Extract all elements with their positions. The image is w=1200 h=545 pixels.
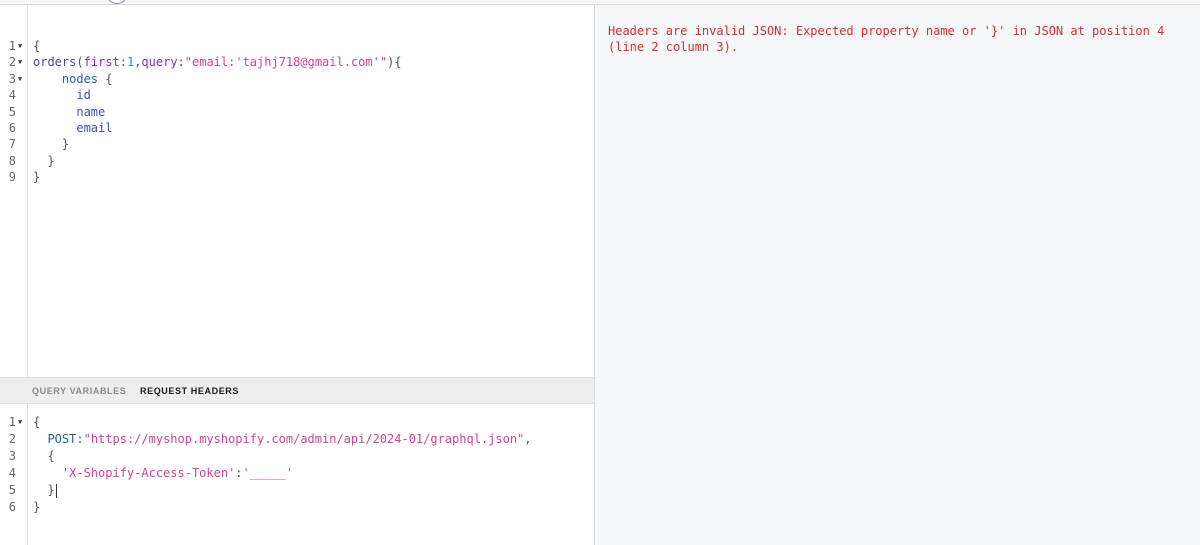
line-number: 5 — [0, 482, 28, 498]
fold-arrow-icon[interactable]: ▼ — [18, 414, 22, 430]
code-line: POST:"https://myshop.myshopify.com/admin… — [33, 431, 532, 447]
code-line: name — [33, 104, 105, 120]
line-number: 9 — [0, 169, 28, 185]
code-token: name — [76, 104, 106, 119]
line-number-text: 9 — [8, 170, 16, 185]
code-token: : — [119, 55, 127, 70]
line-number: 7 — [0, 136, 28, 152]
line-number: 5 — [0, 104, 28, 120]
line-number: 6 — [0, 499, 28, 515]
code-token: nodes — [61, 71, 99, 86]
bottom-panel-tabs: QUERY VARIABLES REQUEST HEADERS — [0, 377, 594, 404]
code-line: } — [33, 136, 69, 152]
code-token: POST — [47, 432, 77, 446]
code-token: 'X-Shopify-Access-Token' — [61, 466, 236, 480]
code-line: { — [33, 414, 40, 430]
line-number-gutter: 1 ▼ 2 3 4 5 6 — [0, 404, 28, 545]
line-number-text: 3 — [8, 71, 16, 86]
code-line: nodes { — [33, 71, 113, 87]
fold-arrow-icon[interactable]: ▼ — [18, 54, 22, 70]
line-number-text: 4 — [8, 88, 16, 103]
text-cursor — [55, 483, 57, 498]
play-button-edge[interactable] — [106, 0, 128, 4]
line-number: 4 — [0, 87, 28, 103]
code-token: : — [235, 466, 243, 480]
code-token: } — [33, 137, 70, 152]
code-token: ( — [76, 55, 84, 70]
code-token: email — [76, 121, 113, 135]
code-token: ){ — [387, 55, 402, 70]
line-number-text: 6 — [8, 121, 16, 135]
line-number-text: 7 — [8, 137, 16, 152]
line-number-text: 6 — [8, 500, 16, 514]
code-token: "https://myshop.myshopify.com/admin/api/… — [83, 432, 525, 446]
code-token: query — [141, 55, 178, 70]
line-number-text: 4 — [8, 466, 16, 480]
editor-pane: 1 ▼ 2 ▼ 3 ▼ 4 5 6 7 8 9 {orders(first:1,query:"emai… — [0, 5, 594, 545]
query-editor[interactable]: 1 ▼ 2 ▼ 3 ▼ 4 5 6 7 8 9 {orders(first:1,query:"emai… — [0, 5, 594, 377]
line-number: 3 ▼ — [0, 71, 28, 87]
code-token: } — [33, 153, 55, 168]
tab-request-headers[interactable]: REQUEST HEADERS — [140, 378, 239, 405]
line-number-text: 1 — [8, 415, 16, 429]
line-number-gutter: 1 ▼ 2 ▼ 3 ▼ 4 5 6 7 8 9 — [0, 5, 28, 377]
fold-arrow-icon[interactable]: ▼ — [18, 38, 22, 54]
line-number: 2 — [0, 431, 28, 447]
error-message: Headers are invalid JSON: Expected prope… — [608, 24, 1172, 54]
code-token: { — [33, 415, 41, 429]
code-token: orders — [33, 55, 77, 70]
line-number-text: 3 — [8, 449, 16, 463]
line-number: 1 ▼ — [0, 38, 28, 54]
line-number-text: 8 — [8, 153, 16, 168]
code-line: { — [33, 448, 55, 464]
code-line: { — [33, 38, 40, 54]
line-number: 6 — [0, 120, 28, 136]
tab-query-variables[interactable]: QUERY VARIABLES — [32, 378, 126, 405]
request-headers-editor[interactable]: 1 ▼ 2 3 4 5 6 { POST:"https://myshop.myshopify… — [0, 404, 594, 545]
line-number-text: 1 — [8, 39, 16, 53]
code-line: id — [33, 87, 91, 103]
code-token: } — [33, 170, 41, 185]
line-number: 8 — [0, 153, 28, 169]
line-number: 3 — [0, 448, 28, 464]
code-line: orders(first:1,query:"email:'tajhj718@gm… — [33, 54, 402, 70]
line-number-text: 2 — [8, 55, 16, 70]
code-token: "email:'tajhj718@gmail.com'" — [184, 55, 388, 70]
code-line: } — [33, 153, 55, 169]
code-token: } — [33, 483, 55, 497]
fold-arrow-icon[interactable]: ▼ — [18, 71, 22, 87]
line-number: 4 — [0, 465, 28, 481]
code-token: : — [177, 55, 185, 70]
code-token: { — [98, 71, 113, 86]
code-token: id — [76, 88, 91, 103]
code-token: '_____' — [242, 466, 294, 480]
code-token: { — [33, 449, 55, 463]
code-line: } — [33, 169, 40, 185]
line-number: 2 ▼ — [0, 54, 28, 70]
code-token: first — [83, 55, 120, 70]
line-number-text: 5 — [8, 483, 16, 497]
code-token: } — [33, 500, 41, 514]
code-line: } — [33, 499, 40, 515]
line-number: 1 ▼ — [0, 414, 28, 430]
result-pane: Headers are invalid JSON: Expected prope… — [595, 5, 1200, 545]
code-token: { — [33, 39, 41, 53]
code-line: 'X-Shopify-Access-Token':'_____' — [33, 465, 293, 481]
code-line: } — [33, 482, 57, 498]
code-token: , — [524, 432, 532, 446]
line-number-text: 5 — [8, 104, 16, 119]
line-number-text: 2 — [8, 432, 16, 446]
code-token: : — [76, 432, 84, 446]
code-line: email — [33, 120, 112, 136]
